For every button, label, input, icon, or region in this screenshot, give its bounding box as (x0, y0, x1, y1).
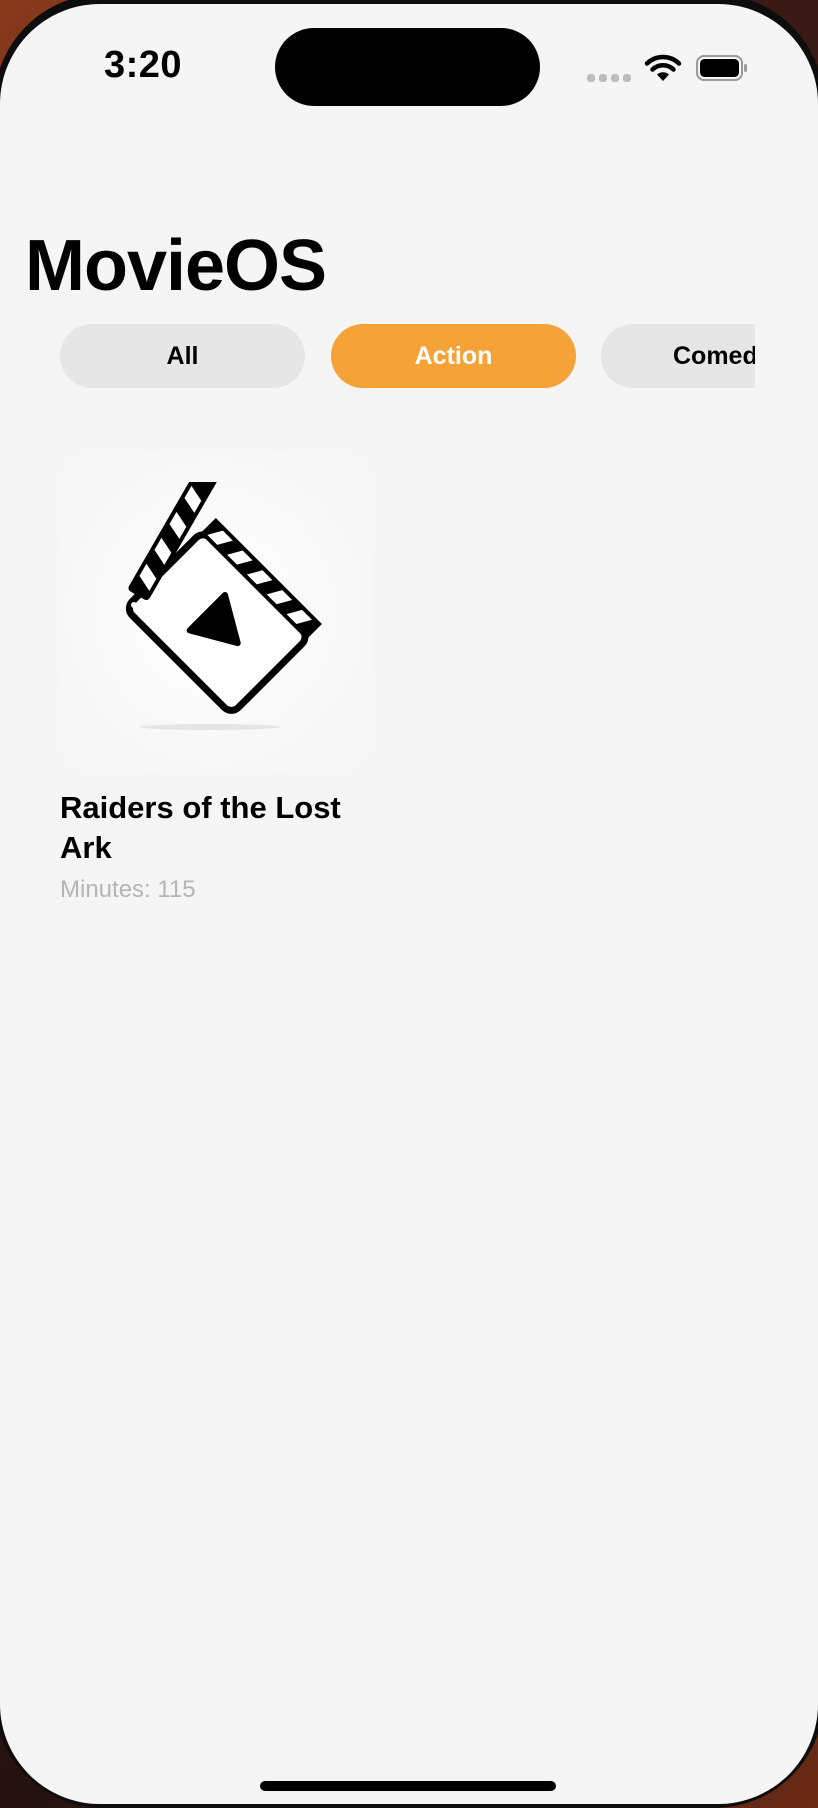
category-chip-comedy[interactable]: Comedy (601, 324, 755, 388)
category-chip-all[interactable]: All (60, 324, 305, 388)
category-chip-action[interactable]: Action (331, 324, 576, 388)
category-chip-comedy-label: Comedy (673, 341, 755, 370)
page-title: MovieOS (25, 226, 327, 306)
cellular-signal-icon (587, 74, 631, 82)
phone-frame: 3:20 MovieOS All Action Comedy (0, 0, 818, 1808)
movie-poster (60, 452, 370, 772)
status-time: 3:20 (104, 44, 183, 86)
clapperboard-icon (125, 482, 322, 714)
movie-duration: Minutes: 115 (60, 876, 196, 903)
wifi-icon (644, 54, 682, 81)
category-filter-bar: All Action Comedy (0, 324, 755, 390)
poster-shadow (140, 724, 280, 730)
app-screen: 3:20 MovieOS All Action Comedy (0, 4, 818, 1804)
movie-title: Raiders of the Lost Ark (60, 790, 341, 865)
dynamic-island (275, 28, 540, 106)
battery-icon (696, 55, 747, 81)
home-indicator[interactable] (260, 1781, 556, 1791)
